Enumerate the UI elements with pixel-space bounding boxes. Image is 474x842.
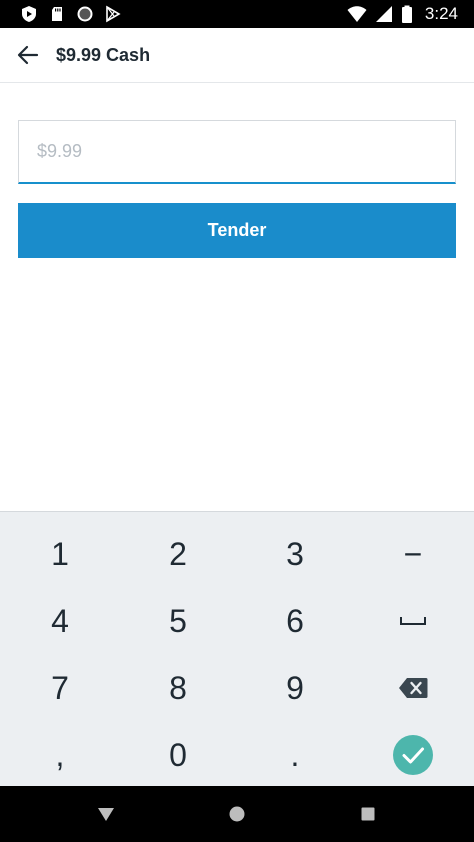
- amount-field[interactable]: [18, 120, 456, 184]
- space-bar-icon: [400, 617, 426, 625]
- app-bar: $9.99 Cash: [0, 28, 474, 83]
- status-bar: 3:24: [0, 0, 474, 28]
- tender-button[interactable]: Tender: [18, 203, 456, 258]
- key-6[interactable]: 6: [236, 588, 354, 654]
- sd-card-icon: [52, 7, 62, 21]
- numeric-keypad: 1 2 3 − 4 5 6 7 8 9 , 0 .: [0, 511, 474, 786]
- key-space[interactable]: [354, 588, 472, 654]
- status-left-icons: [20, 4, 122, 24]
- key-backspace[interactable]: [354, 655, 472, 721]
- recents-square-icon: [361, 807, 375, 821]
- wifi-icon: [347, 6, 367, 22]
- nav-home-button[interactable]: [197, 786, 277, 842]
- key-8[interactable]: 8: [119, 655, 237, 721]
- page-title: $9.99 Cash: [56, 44, 151, 65]
- nav-back-button[interactable]: [66, 786, 146, 842]
- key-4[interactable]: 4: [1, 588, 119, 654]
- backspace-icon: [399, 678, 428, 698]
- key-5[interactable]: 5: [119, 588, 237, 654]
- checkmark-icon: [393, 735, 433, 775]
- play-store-icon: [106, 5, 121, 23]
- circle-icon: [77, 6, 93, 22]
- key-1[interactable]: 1: [1, 521, 119, 587]
- cell-signal-icon: [375, 6, 392, 22]
- key-9[interactable]: 9: [236, 655, 354, 721]
- key-decimal[interactable]: .: [236, 722, 354, 788]
- home-circle-icon: [229, 806, 245, 822]
- amount-input[interactable]: [19, 121, 455, 182]
- key-minus[interactable]: −: [354, 521, 472, 587]
- key-2[interactable]: 2: [119, 521, 237, 587]
- nav-recents-button[interactable]: [328, 786, 408, 842]
- tender-button-label: Tender: [207, 220, 267, 240]
- back-button[interactable]: [0, 28, 56, 83]
- key-3[interactable]: 3: [236, 521, 354, 587]
- confirm-button[interactable]: [354, 722, 472, 788]
- key-0[interactable]: 0: [119, 722, 237, 788]
- key-comma[interactable]: ,: [1, 722, 119, 788]
- status-right-icons: 3:24: [347, 4, 458, 24]
- battery-icon: [401, 5, 412, 23]
- shield-icon: [22, 6, 36, 22]
- system-nav-bar: [0, 786, 474, 842]
- back-triangle-icon: [98, 808, 114, 821]
- key-7[interactable]: 7: [1, 655, 119, 721]
- arrow-left-icon: [17, 45, 39, 65]
- status-time: 3:24: [424, 4, 458, 23]
